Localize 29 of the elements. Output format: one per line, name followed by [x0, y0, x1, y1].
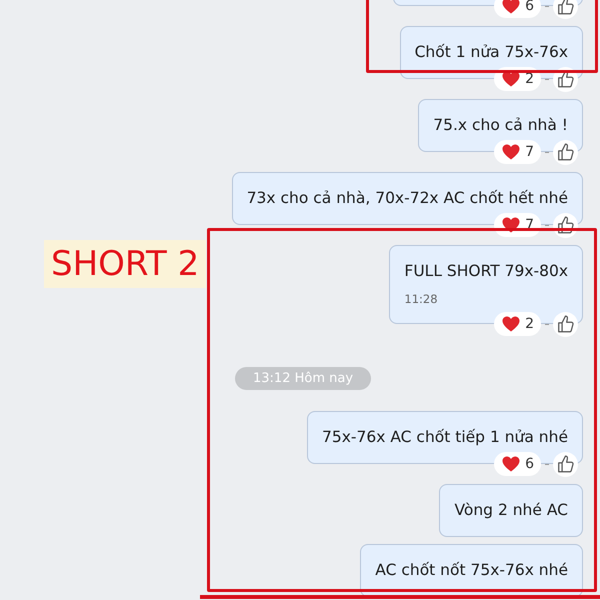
- message-text: 75.x cho cả nhà !: [433, 115, 568, 136]
- thumbs-up-icon: [556, 0, 574, 16]
- message-text: 73x cho cả nhà, 70x-72x AC chốt hết nhé: [246, 188, 568, 209]
- reaction-count: 2: [525, 316, 534, 332]
- heart-icon: [502, 144, 520, 160]
- reaction-count: 2: [525, 71, 534, 87]
- thumbs-up-icon: [556, 454, 574, 474]
- message-text: AC chốt nốt 75x-76x nhé: [375, 560, 568, 581]
- message-time: 11:28: [404, 292, 438, 306]
- thumbs-up-icon: [556, 216, 574, 234]
- annotation-label: SHORT 2: [44, 240, 206, 288]
- message-text: Chốt 1 nửa 75x-76x: [414, 42, 568, 63]
- reaction-count: 6: [525, 456, 534, 472]
- reaction-pill[interactable]: 7: [494, 140, 541, 164]
- reaction-pill[interactable]: 6: [494, 452, 541, 476]
- message-text: Vòng 2 nhé AC: [454, 500, 568, 521]
- heart-icon: [502, 456, 520, 472]
- date-divider: 13:12 Hôm nay: [235, 367, 372, 390]
- reaction-pill[interactable]: 2: [494, 312, 541, 336]
- thumbs-up-icon: [556, 142, 574, 162]
- heart-icon: [502, 316, 520, 332]
- message-text: 75x-76x AC chốt tiếp 1 nửa nhé: [322, 427, 568, 448]
- thumbs-up-icon: [556, 314, 574, 334]
- heart-icon: [502, 0, 520, 14]
- heart-icon: [502, 71, 520, 87]
- heart-icon: [502, 217, 520, 233]
- like-button[interactable]: [553, 0, 578, 18]
- message-text: FULL SHORT 79x-80x: [404, 261, 568, 282]
- reaction-count: 7: [525, 144, 534, 160]
